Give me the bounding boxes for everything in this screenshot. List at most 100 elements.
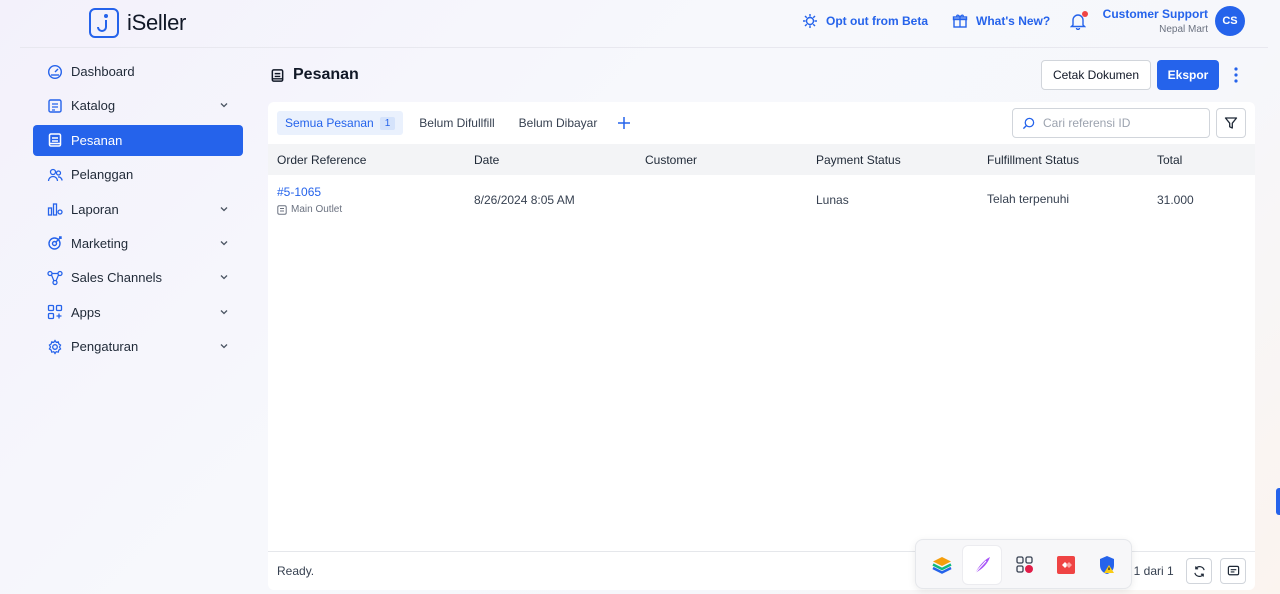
shield-warning-icon	[1100, 556, 1114, 574]
more-options-button[interactable]	[1233, 66, 1239, 87]
grid-app-icon	[1016, 556, 1033, 573]
column-date[interactable]: Date	[474, 153, 499, 167]
search-box	[1012, 108, 1210, 138]
outlet-name: Main Outlet	[291, 204, 343, 215]
notifications-button[interactable]	[1069, 11, 1088, 33]
remote-desktop-icon	[1057, 556, 1075, 574]
table-header: Order Reference Date Customer Payment St…	[268, 144, 1255, 175]
sidebar-item-pesanan[interactable]: Pesanan	[33, 124, 243, 156]
search-icon	[1022, 117, 1035, 129]
outlet-info: Main Outlet	[277, 204, 342, 215]
brand-name: iSeller	[127, 10, 187, 35]
status-text: Ready.	[277, 564, 315, 578]
sidebar-item-dashboard[interactable]: Dashboard	[33, 56, 243, 87]
tab-label: Belum Dibayar	[518, 116, 598, 130]
chevron-down-icon	[220, 103, 228, 108]
brand-logo[interactable]: iSeller	[89, 8, 186, 38]
column-order-reference[interactable]: Order Reference	[277, 153, 366, 167]
sidebar-item-katalog[interactable]: Katalog	[33, 90, 243, 121]
sparkle-gear-icon	[803, 14, 817, 28]
tab-label: Semua Pesanan	[285, 116, 374, 130]
chevron-down-icon	[220, 309, 228, 315]
order-reference-cell: #5-1065 Main Outlet	[277, 185, 342, 215]
table-row[interactable]: #5-1065 Main Outlet 8/26/2024 8:05 AM Lu…	[268, 175, 1255, 223]
sidebar-item-label: Pesanan	[71, 132, 123, 148]
whats-new-label: What's New?	[976, 14, 1051, 28]
tray-app-layers[interactable]	[928, 551, 956, 579]
column-fulfillment-status[interactable]: Fulfillment Status	[987, 153, 1079, 167]
chevron-down-icon	[220, 344, 228, 349]
avatar[interactable]: CS	[1215, 6, 1245, 36]
support-name: Customer Support	[1102, 7, 1208, 21]
refresh-icon	[1193, 565, 1205, 577]
sidebar-item-label: Apps	[71, 304, 101, 320]
tray-app-anydesk[interactable]	[1052, 551, 1080, 579]
orders-icon	[48, 133, 62, 148]
tray-app-grid[interactable]	[1011, 551, 1039, 579]
whats-new-link[interactable]: What's New?	[952, 13, 1050, 29]
refresh-button[interactable]	[1186, 558, 1212, 584]
sidebar-item-sales-channels[interactable]: Sales Channels	[33, 262, 243, 293]
sidebar-item-label: Laporan	[71, 201, 119, 217]
opt-out-beta-label: Opt out from Beta	[826, 14, 928, 28]
search-input[interactable]	[1043, 116, 1203, 130]
dashboard-icon	[47, 64, 63, 79]
top-header: iSeller Opt out from Beta What's New? Cu…	[20, 0, 1268, 48]
pagination-info: t 1 dari 1	[1127, 564, 1174, 578]
layers-app-icon	[932, 557, 952, 574]
outlet-icon	[277, 204, 287, 215]
chevron-down-icon	[220, 275, 228, 280]
tab-label: Belum Difullfill	[419, 116, 495, 130]
total-cell: 31.000	[1157, 193, 1194, 207]
tray-app-security[interactable]	[1093, 551, 1121, 579]
kebab-menu-icon	[1234, 67, 1238, 83]
column-customer[interactable]: Customer	[645, 153, 697, 167]
add-tab-button[interactable]	[617, 116, 631, 130]
sidebar-item-apps[interactable]: Apps	[33, 297, 243, 328]
sidebar-item-label: Marketing	[71, 235, 129, 251]
order-reference-link[interactable]: #5-1065	[277, 185, 342, 199]
date-cell: 8/26/2024 8:05 AM	[474, 193, 575, 207]
export-button[interactable]: Ekspor	[1157, 60, 1219, 90]
sidebar-item-label: Dashboard	[71, 64, 135, 79]
tab-all-orders[interactable]: Semua Pesanan 1	[277, 111, 404, 135]
orders-icon	[271, 68, 284, 82]
sidebar-item-label: Pengaturan	[71, 339, 139, 355]
chevron-down-icon	[220, 206, 228, 211]
apps-icon	[47, 305, 63, 320]
sidebar-item-label: Sales Channels	[71, 270, 163, 286]
sidebar: Dashboard Katalog Pesanan Pelanggan Lapo…	[33, 56, 243, 366]
side-panel-handle[interactable]	[1276, 488, 1280, 515]
sidebar-item-label: Katalog	[71, 98, 116, 114]
sidebar-item-marketing[interactable]: Marketing	[33, 228, 243, 259]
orders-panel: Semua Pesanan 1 Belum Difullfill Belum D…	[268, 102, 1255, 590]
sidebar-item-laporan[interactable]: Laporan	[33, 194, 243, 225]
comments-button[interactable]	[1220, 558, 1246, 584]
store-name: Nepal Mart	[1159, 24, 1208, 35]
account-info[interactable]: Customer Support Nepal Mart	[1100, 7, 1208, 35]
channels-icon	[47, 270, 63, 285]
page-title-text: Pesanan	[293, 66, 359, 83]
tab-unpaid[interactable]: Belum Dibayar	[511, 111, 606, 135]
order-tabs: Semua Pesanan 1 Belum Difullfill Belum D…	[277, 111, 631, 135]
sidebar-item-pelanggan[interactable]: Pelanggan	[33, 159, 243, 190]
print-document-button[interactable]: Cetak Dokumen	[1041, 60, 1151, 90]
tab-unfulfilled[interactable]: Belum Difullfill	[411, 111, 502, 135]
filter-icon	[1224, 117, 1238, 129]
sidebar-item-pengaturan[interactable]: Pengaturan	[33, 331, 243, 362]
chevron-down-icon	[220, 240, 228, 246]
customers-icon	[47, 168, 63, 181]
opt-out-beta-link[interactable]: Opt out from Beta	[802, 13, 928, 29]
fulfillment-status-cell: Telah terpenuhi	[987, 192, 1070, 206]
page-title: Pesanan	[270, 66, 359, 84]
taskbar-tray	[915, 539, 1132, 589]
filter-button[interactable]	[1216, 108, 1246, 138]
settings-icon	[48, 339, 62, 355]
plus-icon	[618, 117, 631, 129]
tray-app-feather[interactable]	[963, 546, 1001, 584]
column-payment-status[interactable]: Payment Status	[816, 153, 901, 167]
gift-icon	[952, 14, 968, 28]
catalog-icon	[48, 99, 62, 113]
column-total[interactable]: Total	[1157, 153, 1182, 167]
message-icon	[1227, 565, 1239, 575]
